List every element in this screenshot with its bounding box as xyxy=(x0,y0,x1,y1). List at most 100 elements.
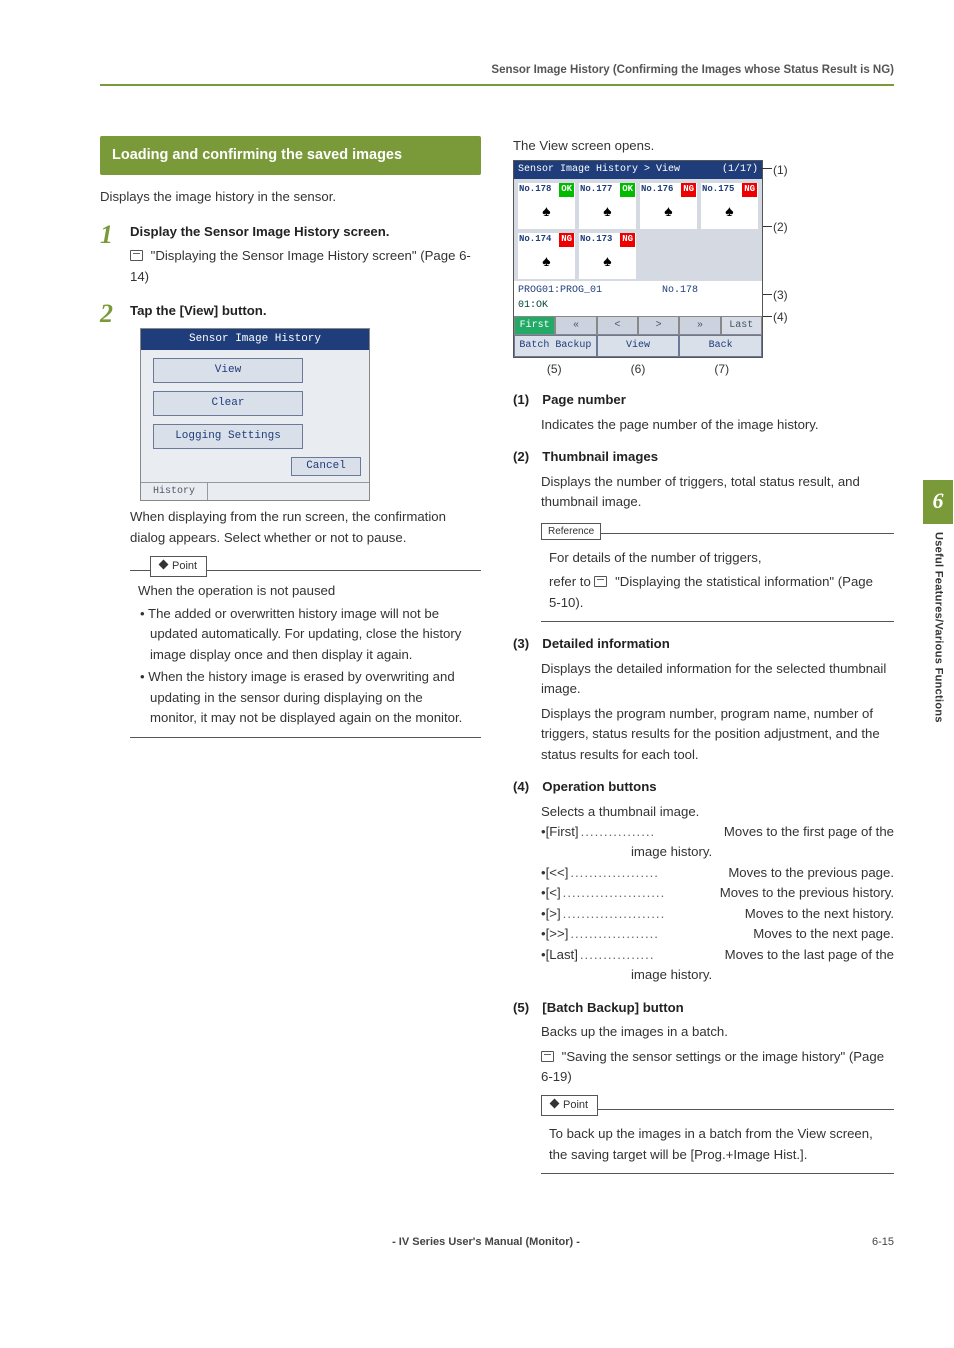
thumb-4-no: No.174 xyxy=(519,233,551,247)
thumb-4-status: NG xyxy=(559,233,574,247)
point-icon xyxy=(550,1099,560,1109)
item-2-body: Displays the number of triggers, total s… xyxy=(541,472,894,513)
step-1-ref-text: "Displaying the Sensor Image History scr… xyxy=(130,248,471,283)
point-intro: When the operation is not paused xyxy=(138,581,473,601)
op-key-p: [<] xyxy=(546,883,561,903)
nav-next[interactable]: > xyxy=(638,316,679,336)
callout-4: (4) xyxy=(773,308,788,327)
thumb-4[interactable]: No.174 NG ♠ xyxy=(518,233,575,279)
thumb-1-no: No.177 xyxy=(580,183,612,197)
sensor-history-menu-screenshot: Sensor Image History View Clear Logging … xyxy=(140,328,370,502)
menu-titlebar: Sensor Image History xyxy=(141,329,369,350)
op-val-last: Moves to the last page of the xyxy=(725,945,894,965)
point-label-5: Point xyxy=(541,1095,598,1116)
view-opens-text: The View screen opens. xyxy=(513,136,894,156)
item-4-heading: (4) Operation buttons xyxy=(513,777,894,797)
logging-settings-button[interactable]: Logging Settings xyxy=(153,424,303,449)
step-1: 1 Display the Sensor Image History scree… xyxy=(100,222,481,287)
left-column: Loading and confirming the saved images … xyxy=(100,136,481,1175)
point-icon xyxy=(159,560,169,570)
clear-button[interactable]: Clear xyxy=(153,391,303,416)
step-2-aftertext: When displaying from the run screen, the… xyxy=(130,507,481,548)
nav-prev-page[interactable]: « xyxy=(555,316,596,336)
batch-backup-button[interactable]: Batch Backup xyxy=(514,335,597,357)
item-1-body: Indicates the page number of the image h… xyxy=(541,415,894,435)
step-number-1: 1 xyxy=(100,222,122,287)
thumb-3-status: NG xyxy=(742,183,757,197)
op-val-pp: Moves to the previous page. xyxy=(728,863,894,883)
op-key-last: [Last] xyxy=(546,945,578,965)
nav-last[interactable]: Last xyxy=(721,316,762,336)
callout-1: (1) xyxy=(773,161,788,180)
item-2-heading: (2) Thumbnail images xyxy=(513,447,894,467)
book-icon xyxy=(130,250,143,261)
thumb-3-no: No.175 xyxy=(702,183,734,197)
spade-icon: ♠ xyxy=(542,251,551,274)
vs-breadcrumb: Sensor Image History > View xyxy=(518,162,680,178)
item-5-body: Backs up the images in a batch. xyxy=(541,1022,894,1042)
numbered-explanations: (1) Page number Indicates the page numbe… xyxy=(513,390,894,1174)
back-button[interactable]: Back xyxy=(679,335,762,357)
reference-label: Reference xyxy=(541,523,601,541)
callout-3: (3) xyxy=(773,286,788,305)
point-box: When the operation is not paused The add… xyxy=(130,570,481,737)
view-button[interactable]: View xyxy=(153,358,303,383)
thumb-2-no: No.176 xyxy=(641,183,673,197)
nav-prev[interactable]: < xyxy=(597,316,638,336)
nav-next-page[interactable]: » xyxy=(679,316,720,336)
page-footer: - IV Series User's Manual (Monitor) - 6-… xyxy=(100,1234,894,1251)
thumb-2-status: NG xyxy=(681,183,696,197)
vs-thumbnails: No.178OK♠ No.177OK♠ No.176NG♠ No.175NG♠ … xyxy=(514,179,762,281)
op-key-first: [First] xyxy=(546,822,579,842)
op-key-nn: [>>] xyxy=(546,924,569,944)
thumb-2[interactable]: No.176NG♠ xyxy=(640,183,697,229)
section-intro: Displays the image history in the sensor… xyxy=(100,187,481,207)
op-val-n: Moves to the next history. xyxy=(745,904,894,924)
thumb-3[interactable]: No.175NG♠ xyxy=(701,183,758,229)
callout-7: (7) xyxy=(681,360,764,379)
point-bullet-1: The added or overwritten history image w… xyxy=(140,604,473,665)
op-key-n: [>] xyxy=(546,904,561,924)
operation-list: [First]................Moves to the firs… xyxy=(541,822,894,842)
point-bullet-2: When the history image is erased by over… xyxy=(140,667,473,728)
view-action-button[interactable]: View xyxy=(597,335,680,357)
cancel-button[interactable]: Cancel xyxy=(291,457,361,476)
step-number-2: 2 xyxy=(100,301,122,737)
thumb-0[interactable]: No.178OK♠ xyxy=(518,183,575,229)
point-label-5-text: Point xyxy=(563,1099,588,1111)
op-val-nn: Moves to the next page. xyxy=(753,924,894,944)
thumb-5[interactable]: No.173NG♠ xyxy=(579,233,636,279)
op-val-p: Moves to the previous history. xyxy=(720,883,894,903)
item-1-heading: (1) Page number xyxy=(513,390,894,410)
vs-info-status: 01:OK xyxy=(518,300,548,311)
step-1-title: Display the Sensor Image History screen. xyxy=(130,222,481,242)
view-screenshot: Sensor Image History > View (1/17) No.17… xyxy=(513,160,763,357)
history-tab[interactable]: History xyxy=(141,483,208,501)
op-cont-first: image history. xyxy=(541,842,894,862)
ref-body-l1: For details of the number of triggers, xyxy=(549,548,886,568)
thumb-0-no: No.178 xyxy=(519,183,551,197)
item-3-heading: (3) Detailed information xyxy=(513,634,894,654)
nav-first[interactable]: First xyxy=(514,316,555,336)
footer-page-number: 6-15 xyxy=(872,1234,894,1251)
chapter-label: Useful Features/Various Functions xyxy=(929,532,946,723)
thumb-5-no: No.173 xyxy=(580,233,612,247)
op-cont-last: image history. xyxy=(541,965,894,985)
step-2-title: Tap the [View] button. xyxy=(130,301,481,321)
ref-body-l2a: refer to xyxy=(549,574,594,589)
chapter-number: 6 xyxy=(923,480,953,524)
right-column: The View screen opens. Sensor Image Hist… xyxy=(513,136,894,1175)
item-5-heading: (5) [Batch Backup] button xyxy=(513,998,894,1018)
spade-icon: ♠ xyxy=(603,201,612,224)
step-1-reference: "Displaying the Sensor Image History scr… xyxy=(130,246,481,287)
thumb-1[interactable]: No.177OK♠ xyxy=(579,183,636,229)
view-screenshot-wrapper: Sensor Image History > View (1/17) No.17… xyxy=(513,160,894,378)
side-tab: 6 Useful Features/Various Functions xyxy=(922,480,954,723)
point-label-text: Point xyxy=(172,560,197,572)
item-3-body-1: Displays the detailed information for th… xyxy=(541,659,894,700)
op-key-pp: [<<] xyxy=(546,863,569,883)
section-heading: Loading and confirming the saved images xyxy=(100,136,481,176)
thumb-0-status: OK xyxy=(559,183,574,197)
book-icon xyxy=(594,576,607,587)
vs-info-prog: PROG01:PROG_01 xyxy=(518,285,602,296)
